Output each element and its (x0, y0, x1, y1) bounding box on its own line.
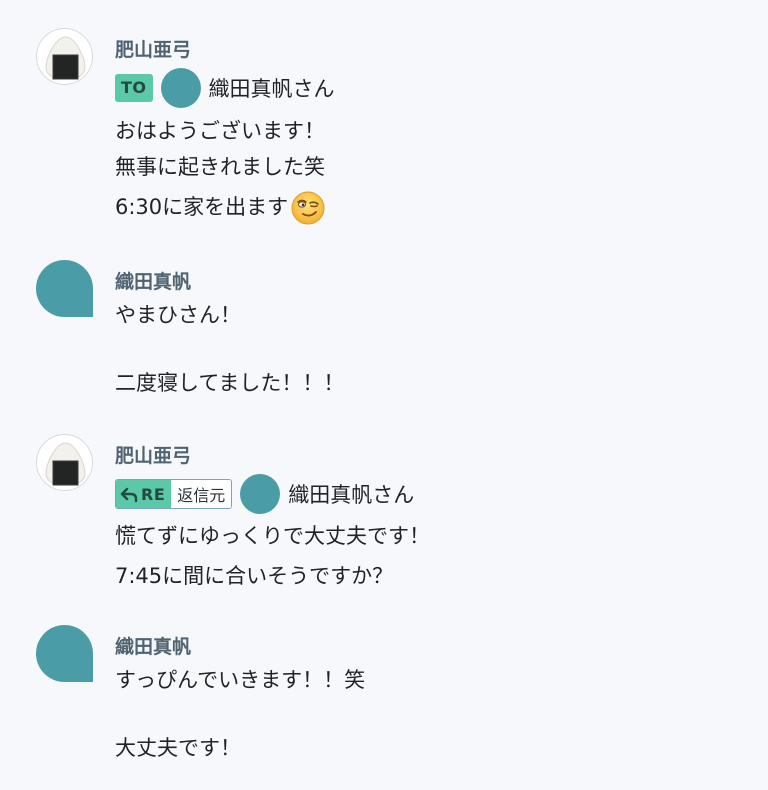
message-text: 二度寝してました！！！ (115, 371, 345, 395)
mention-name: 織田真帆さん (208, 77, 335, 101)
message-text: 大丈夫です！ (115, 736, 241, 760)
message-text: 6:30に家を出ます (115, 195, 289, 219)
onigiri-icon (45, 442, 86, 486)
message-text: 7:45に間に合いそうですか？ (115, 564, 394, 588)
sender-name[interactable]: 織田真帆 (115, 632, 191, 659)
message-text-with-emoji: 6:30に家を出ます (115, 190, 326, 226)
onigiri-icon (45, 36, 86, 80)
mention-name: 織田真帆さん (288, 483, 415, 507)
mention-avatar[interactable] (240, 474, 281, 514)
sender-name[interactable]: 肥山亜弓 (115, 35, 191, 62)
reply-reference: RE 返信元 織田真帆さん (115, 474, 414, 514)
avatar[interactable] (36, 260, 93, 317)
reply-source-link[interactable]: RE 返信元 (115, 479, 233, 509)
reply-arrow-icon (120, 487, 138, 503)
reply-source-label: 返信元 (171, 480, 232, 508)
smirking-face-icon (291, 191, 325, 225)
message-text: おはようございます！ (115, 119, 325, 143)
to-badge[interactable]: TO (115, 74, 153, 102)
avatar[interactable] (36, 625, 93, 682)
avatar[interactable] (36, 434, 93, 491)
message-text: すっぴんでいきます！！笑 (115, 668, 366, 692)
sender-name[interactable]: 織田真帆 (115, 267, 191, 294)
message-text: 無事に起きれました笑 (115, 155, 325, 179)
re-badge: RE (116, 480, 172, 508)
to-mention: TO 織田真帆さん (115, 68, 335, 108)
chat-timeline: 肥山亜弓 TO 織田真帆さん おはようございます！ 無事に起きれました笑 6:3… (0, 0, 768, 790)
sender-name[interactable]: 肥山亜弓 (115, 441, 191, 468)
message-text: 慌てずにゆっくりで大丈夫です！ (115, 524, 430, 548)
mention-avatar[interactable] (160, 68, 201, 108)
avatar[interactable] (36, 28, 93, 85)
message-text: やまひさん！ (115, 303, 241, 327)
re-label: RE (141, 484, 166, 504)
